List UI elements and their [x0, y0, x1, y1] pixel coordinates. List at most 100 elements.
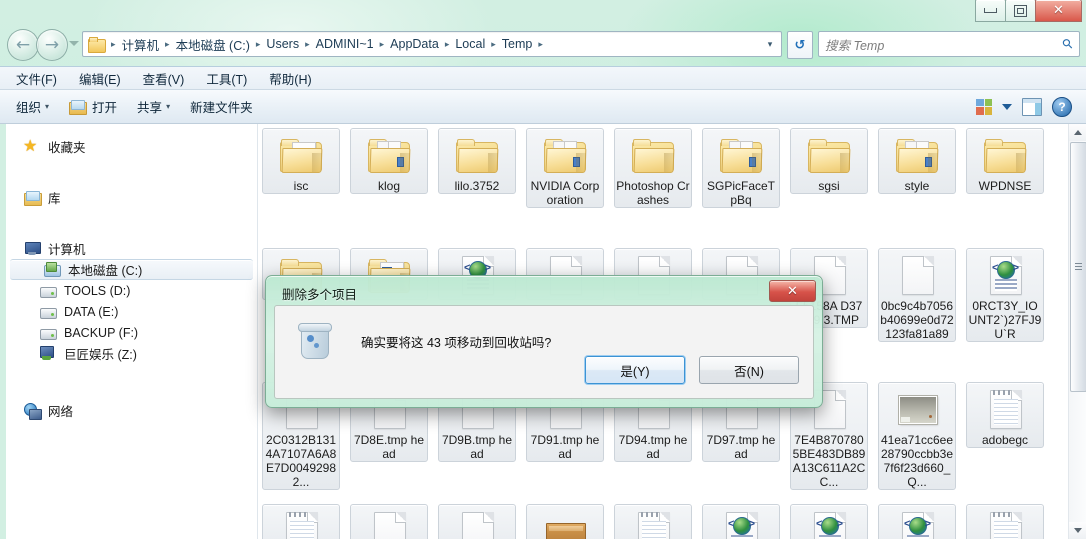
menu-item-edit[interactable]: 编辑(E) [79, 69, 121, 88]
history-dropdown-icon[interactable] [69, 41, 79, 46]
preview-pane-icon[interactable] [1022, 97, 1042, 116]
breadcrumb-users[interactable]: Users [263, 35, 302, 53]
help-icon[interactable]: ? [1052, 96, 1072, 117]
forward-button[interactable]: → [36, 29, 68, 61]
sidebar-item-backup-f[interactable]: BACKUP (F:) [6, 322, 257, 343]
menu-item-view[interactable]: 查看(V) [143, 69, 185, 88]
chevron-down-icon[interactable] [1002, 103, 1012, 110]
document-icon [462, 512, 494, 539]
library-icon [24, 190, 42, 206]
breadcrumb-temp[interactable]: Temp [499, 35, 536, 53]
organize-button[interactable]: 组织 ▾ [16, 97, 49, 116]
folder-icon [984, 139, 1027, 173]
file-name-label: Photoshop Crashes [616, 179, 690, 207]
sidebar-item-network-drive-z[interactable]: 巨匠娱乐 (Z:) [6, 343, 257, 364]
menu-item-tools[interactable]: 工具(T) [206, 69, 247, 88]
dialog-close-button[interactable]: ✕ [769, 280, 816, 302]
share-button[interactable]: 共享 ▾ [137, 97, 170, 116]
maximize-button[interactable] [1005, 0, 1036, 22]
sidebar-item-label: 本地磁盘 (C:) [68, 264, 143, 278]
address-bar[interactable]: ▸ 计算机 ▸ 本地磁盘 (C:) ▸ Users ▸ ADMINI~1 ▸ A… [82, 31, 782, 57]
sidebar-item-favorites[interactable]: 收藏夹 [6, 136, 257, 157]
file-item[interactable]: isc [262, 128, 340, 194]
chevron-up-icon [1073, 130, 1082, 135]
vertical-scrollbar[interactable] [1068, 124, 1086, 539]
folder-with-documents-icon [368, 139, 411, 173]
file-icon [277, 509, 325, 539]
no-button[interactable]: 否(N) [699, 356, 799, 384]
breadcrumb-separator[interactable]: ▸ [377, 39, 388, 49]
file-item[interactable] [614, 504, 692, 539]
breadcrumb-local[interactable]: Local [452, 35, 488, 53]
breadcrumb-local-disk[interactable]: 本地磁盘 (C:) [173, 33, 253, 56]
change-view-icon[interactable] [976, 98, 992, 115]
yes-button[interactable]: 是(Y) [585, 356, 685, 384]
folder-icon [88, 36, 106, 53]
minimize-button[interactable] [975, 0, 1006, 22]
sidebar-item-libraries[interactable]: 库 [6, 187, 257, 208]
file-name-label: lilo.3752 [454, 179, 500, 193]
new-folder-button[interactable]: 新建文件夹 [190, 97, 253, 116]
folder-icon [456, 139, 499, 173]
sidebar-item-label: 收藏夹 [48, 141, 86, 155]
file-name-label: 7D97.tmp head [706, 433, 776, 461]
file-item[interactable]: SGPicFaceTpBq [702, 128, 780, 208]
scrollbar-thumb[interactable] [1070, 142, 1086, 392]
address-dropdown-icon[interactable]: ▾ [761, 39, 779, 50]
file-icon [365, 133, 413, 177]
breadcrumb-separator[interactable]: ▸ [442, 39, 453, 49]
scroll-up-button[interactable] [1069, 124, 1086, 141]
back-arrow-icon: ← [15, 34, 31, 55]
back-button[interactable]: ← [7, 29, 39, 61]
computer-icon [24, 241, 41, 257]
file-item[interactable] [526, 504, 604, 539]
sidebar-item-tools-d[interactable]: TOOLS (D:) [6, 280, 257, 301]
file-item[interactable]: 41ea71cc6ee28790ccbb3e7f6f23d660_Q... [878, 382, 956, 490]
refresh-button[interactable]: ↺ [787, 31, 813, 59]
notepad-document-icon [990, 512, 1022, 539]
open-button[interactable]: 打开 [69, 97, 117, 116]
breadcrumb-separator[interactable]: ▸ [302, 39, 313, 49]
file-item[interactable]: WPDNSE [966, 128, 1044, 194]
menu-item-help[interactable]: 帮助(H) [269, 69, 311, 88]
file-item[interactable] [438, 504, 516, 539]
file-item[interactable] [350, 504, 428, 539]
file-item[interactable]: 0bc9c4b7056b40699e0d72123fa81a89 [878, 248, 956, 342]
file-item[interactable]: lilo.3752 [438, 128, 516, 194]
search-icon[interactable]: ⚲ [1059, 35, 1077, 53]
file-icon [893, 387, 941, 431]
breadcrumb-appdata[interactable]: AppData [387, 35, 442, 53]
file-item[interactable]: adobegc [966, 382, 1044, 448]
file-item[interactable]: klog [350, 128, 428, 194]
close-button[interactable]: ✕ [1035, 0, 1082, 22]
file-item[interactable]: style [878, 128, 956, 194]
file-item[interactable] [966, 504, 1044, 539]
menu-item-file[interactable]: 文件(F) [16, 69, 57, 88]
file-item[interactable]: < > [702, 504, 780, 539]
file-icon [541, 133, 589, 177]
file-item[interactable]: NVIDIA Corporation [526, 128, 604, 208]
file-item[interactable]: < > 0RCT3Y_IOUNT2`)27FJ9U`R [966, 248, 1044, 342]
file-icon [541, 509, 589, 539]
file-icon [277, 133, 325, 177]
search-input[interactable]: 搜索 Temp ⚲ [818, 31, 1080, 57]
nav-group-computer: 计算机 本地磁盘 (C:) TOOLS (D:) DATA (E:) BACKU… [6, 238, 257, 364]
breadcrumb-separator[interactable]: ▸ [535, 39, 546, 49]
breadcrumb-computer[interactable]: 计算机 [119, 33, 163, 56]
breadcrumb-separator[interactable]: ▸ [162, 39, 173, 49]
sidebar-item-computer[interactable]: 计算机 [6, 238, 257, 259]
sidebar-item-local-disk-c[interactable]: 本地磁盘 (C:) [10, 259, 253, 280]
file-item[interactable] [262, 504, 340, 539]
breadcrumb-separator[interactable]: ▸ [253, 39, 264, 49]
scroll-down-button[interactable] [1069, 522, 1086, 539]
sidebar-item-network[interactable]: 网络 [6, 400, 257, 421]
breadcrumb-separator[interactable]: ▸ [488, 39, 499, 49]
file-item[interactable]: sgsi [790, 128, 868, 194]
dialog-title: 删除多个项目 [282, 288, 358, 302]
file-item[interactable]: < > [878, 504, 956, 539]
breadcrumb-admini[interactable]: ADMINI~1 [313, 35, 377, 53]
sidebar-item-data-e[interactable]: DATA (E:) [6, 301, 257, 322]
file-item[interactable]: < > [790, 504, 868, 539]
file-item[interactable]: Photoshop Crashes [614, 128, 692, 208]
